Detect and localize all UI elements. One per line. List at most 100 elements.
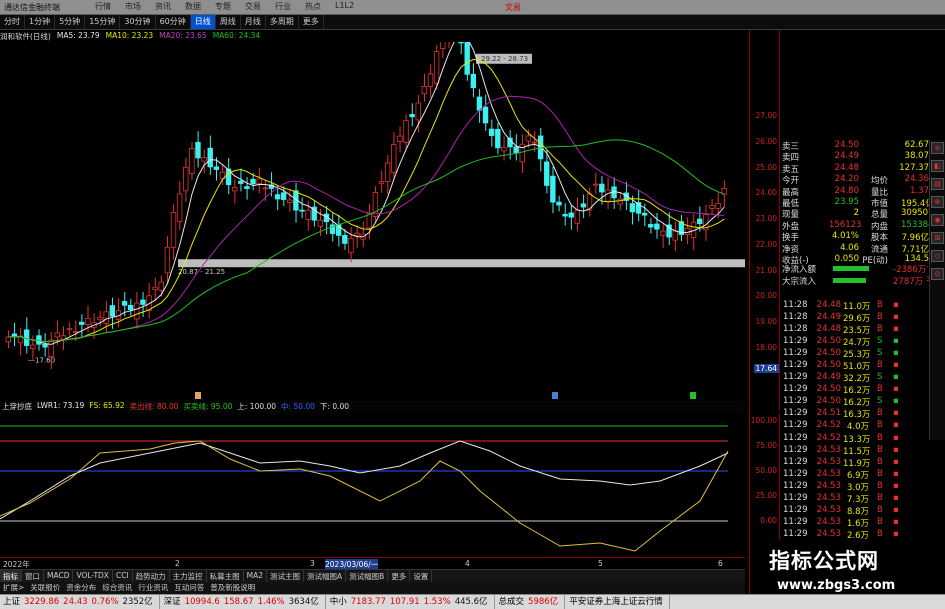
candle-body [42,343,48,348]
tick-time: 11:29 [783,348,808,359]
tick-flag-icon: ▪ [893,456,899,467]
side-tool-icon-1[interactable]: ◧ [931,160,944,172]
tick-side: B [877,432,883,443]
status-value: 10994.6 [184,597,220,607]
watermark-title: 指标公式网 [769,549,879,573]
candle-body [715,203,721,209]
quote-row: 外盘 156123 内盘 153384 [781,220,933,232]
candle-body [287,199,293,204]
tick-row: 11:29 24.52 13.3万 B ▪ [781,433,931,445]
tick-time: 11:28 [783,312,808,323]
tick-time: 11:29 [783,456,808,467]
indicator-tab-11[interactable]: 测试幅图B [346,570,389,582]
candle-body [648,224,654,228]
quote-volume: 38.07 [904,151,929,162]
tick-row: 11:29 24.50 16.2万 S ▪ [781,396,931,408]
side-tool-icon-2[interactable]: ▤ [931,178,944,190]
period-tab-6[interactable]: 日线 [190,15,216,29]
indicator-tab-0[interactable]: 指标 [0,570,22,582]
menu-item-4[interactable]: 专题 [215,1,231,12]
info-tab-3[interactable]: 综合资讯 [102,582,132,594]
info-tab-5[interactable]: 互动问答 [174,582,204,594]
period-tab-3[interactable]: 15分钟 [85,15,121,29]
side-tool-icon-5[interactable]: ⊞ [931,232,944,244]
tick-flag-icon: ▪ [893,384,899,395]
period-tab-8[interactable]: 月线 [241,15,266,29]
candle-body [183,166,189,192]
tick-row: 11:29 24.49 32.2万 S ▪ [781,372,931,384]
stock-name-label: 润和软件(日线) [0,32,51,41]
tick-flag-icon: ▪ [893,420,899,431]
tick-volume: 1.6万 [846,518,869,529]
indicator-tab-8[interactable]: MA2 [244,570,268,582]
indicator-tab-9[interactable]: 测试主图 [267,570,305,582]
side-tool-icon-6[interactable]: ◇ [931,250,944,262]
indicator-tab-13[interactable]: 设置 [410,570,433,582]
flow-row: 净流入额-2386万-3% [781,263,940,275]
period-tab-10[interactable]: 更多 [299,15,324,29]
candle-body [440,42,446,49]
kline-chart[interactable]: 29.22 - 28.7320.87 - 21.25—31.54—17.60 [0,42,745,400]
quote-value: 23.95 [834,196,859,207]
indicator-tab-6[interactable]: 主力监控 [170,570,207,582]
period-tab-1[interactable]: 1分钟 [25,15,56,29]
period-tab-9[interactable]: 多周期 [266,15,299,29]
oscillator-chart[interactable] [0,413,745,557]
side-tool-icon-3[interactable]: ⊕ [931,196,944,208]
title-bar: 通达信金融终端 行情 市场 资讯 数据 专题 交易 行业 热点 L1L2 文易 [0,0,945,15]
tick-flag-icon: ▪ [893,348,899,359]
tick-time: 11:29 [783,432,808,443]
indicator-tab-4[interactable]: CCI [113,570,133,582]
quote-value: 24.48 [834,162,859,173]
candle-body [458,42,464,44]
price-scale: 27.00 26.00 25.00 24.00 23.00 22.00 21.00 20.00… [750,30,780,410]
tick-flag-icon: ▪ [893,444,899,455]
quote-label: 今开 [782,176,800,187]
indicator-tab-3[interactable]: VOL-TDX [73,570,113,582]
menu-item-3[interactable]: 数据 [185,1,201,12]
info-tab-6[interactable]: 普及新股说明 [210,582,255,594]
menu-item-0[interactable]: 行情 [95,1,111,12]
menu-item-2[interactable]: 资讯 [155,1,171,12]
candle-body [495,128,501,149]
menu-item-6[interactable]: 行业 [275,1,291,12]
date-tick-2: 3 [310,559,315,568]
tick-side: B [877,444,883,455]
side-tool-icon-4[interactable]: ◉ [931,214,944,226]
indicator-tab-1[interactable]: 窗口 [22,570,44,582]
menu-item-1[interactable]: 市场 [125,1,141,12]
info-tab-1[interactable]: 关联报价 [30,582,60,594]
indicator-tab-10[interactable]: 测试幅图A [304,570,347,582]
tick-time: 11:29 [783,516,808,527]
tick-time: 11:29 [783,492,808,503]
period-tab-2[interactable]: 5分钟 [55,15,86,29]
menu-item-5[interactable]: 交易 [245,1,261,12]
tick-flag-icon: ▪ [893,432,899,443]
indicator-tab-5[interactable]: 趋势动力 [133,570,170,582]
indicator-tab-2[interactable]: MACD [44,570,74,582]
period-tab-4[interactable]: 30分钟 [120,15,156,29]
indicator-tab-12[interactable]: 更多 [388,570,411,582]
period-tab-0[interactable]: 分时 [0,15,25,29]
side-tool-icon-0[interactable]: ≡ [931,142,944,154]
candle-body [482,106,489,124]
menu-item-8[interactable]: L1L2 [335,1,354,12]
quote-value-2: 1.37 [910,185,929,196]
period-tab-7[interactable]: 周线 [216,15,241,29]
info-tab-2[interactable]: 资金分布 [66,582,96,594]
tick-row: 11:29 24.51 16.3万 B ▪ [781,408,931,420]
quote-label-2: 均价 [870,176,888,187]
indicator-tab-7[interactable]: 私募主图 [207,570,244,582]
tick-flag-icon: ▪ [893,300,899,310]
info-tab-0[interactable]: 扩展> [3,582,24,594]
menu-item-7[interactable]: 热点 [305,1,321,12]
tick-side: B [877,492,883,503]
info-tab-4[interactable]: 行业资讯 [138,582,168,594]
candle-body [176,193,183,223]
tick-volume: 11.0万 [843,302,871,312]
tick-side: B [877,480,883,491]
tick-row: 11:28 24.49 29.6万 B ▪ [781,312,931,324]
side-tool-icon-7[interactable]: ⊙ [931,268,944,280]
period-tab-5[interactable]: 60分钟 [156,15,191,29]
quote-label-2: 总量 [870,210,888,221]
